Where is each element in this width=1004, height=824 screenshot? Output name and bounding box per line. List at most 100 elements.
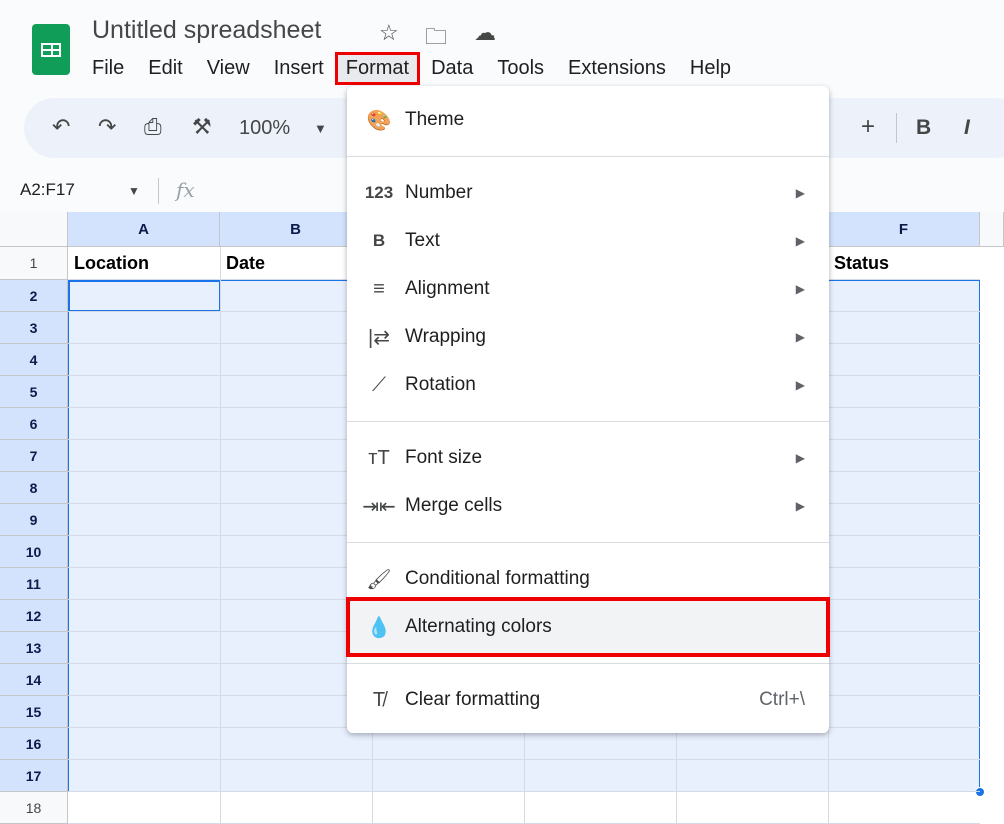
menu-item-label: Alternating colors [405, 616, 552, 637]
menu-data[interactable]: Data [431, 55, 473, 82]
paint-roller-icon: 🖌 [366, 568, 392, 591]
zoom-select[interactable]: 100% [239, 117, 290, 140]
cloud-saved-icon[interactable]: ☁ [474, 20, 496, 46]
menu-item-alternating-colors[interactable]: 💧 Alternating colors [346, 597, 830, 657]
row-header-4[interactable]: 4 [0, 344, 68, 376]
menu-item-wrapping[interactable]: |⇄ Wrapping ▶ [347, 313, 829, 361]
row-header-12[interactable]: 12 [0, 600, 68, 632]
menu-separator [347, 663, 829, 664]
row-header-3[interactable]: 3 [0, 312, 68, 344]
menu-item-label: Wrapping [405, 326, 486, 347]
menu-file[interactable]: File [92, 55, 124, 82]
row-header-8[interactable]: 8 [0, 472, 68, 504]
sheets-logo[interactable] [32, 24, 70, 75]
name-box-dropdown-icon[interactable]: ▼ [128, 184, 140, 198]
undo-icon[interactable]: ↶ [52, 114, 70, 140]
menu-item-rotation[interactable]: ⟋ Rotation ▶ [347, 361, 829, 409]
row-header-5[interactable]: 5 [0, 376, 68, 408]
menu-view[interactable]: View [207, 55, 250, 82]
submenu-arrow-icon: ▶ [795, 378, 805, 392]
document-title[interactable]: Untitled spreadsheet [92, 16, 321, 45]
menu-edit[interactable]: Edit [148, 55, 182, 82]
cell-f1[interactable]: Status [828, 247, 889, 280]
format-menu: 🎨 Theme 123 Number ▶ B Text ▶ ≡ Alignment ▶ |⇄ Wrapp… [346, 86, 830, 733]
shortcut-label: Ctrl+\ [759, 689, 805, 710]
increase-font-button[interactable]: + [861, 113, 875, 141]
submenu-arrow-icon: ▶ [795, 499, 805, 513]
clear-format-icon: T̸ [372, 688, 386, 711]
merge-icon: ⇥⇤ [362, 495, 396, 518]
star-icon[interactable]: ☆ [379, 20, 399, 46]
name-box[interactable]: A2:F17 [20, 180, 75, 200]
row-header-10[interactable]: 10 [0, 536, 68, 568]
menu-item-label: Alignment [405, 278, 490, 299]
row-header-7[interactable]: 7 [0, 440, 68, 472]
menu-item-label: Theme [405, 109, 465, 130]
select-all-corner[interactable] [0, 212, 68, 247]
menu-item-label: Font size [405, 447, 483, 468]
menu-format[interactable]: Format [334, 52, 421, 85]
menu-separator [347, 156, 829, 157]
fill-handle[interactable] [975, 787, 985, 797]
column-header-f[interactable]: F [828, 212, 980, 247]
gridline [68, 791, 980, 792]
wrap-icon: |⇄ [368, 326, 390, 349]
column-header-g[interactable] [980, 212, 1004, 247]
menu-extensions[interactable]: Extensions [568, 55, 666, 82]
menu-separator [347, 542, 829, 543]
submenu-arrow-icon: ▶ [795, 186, 805, 200]
print-icon[interactable]: ⎙ [144, 114, 162, 140]
menu-item-text[interactable]: B Text ▶ [347, 217, 829, 265]
row-header-6[interactable]: 6 [0, 408, 68, 440]
menu-tools[interactable]: Tools [497, 55, 544, 82]
row-header-1[interactable]: 1 [0, 247, 68, 280]
submenu-arrow-icon: ▶ [795, 451, 805, 465]
menu-item-label: Number [405, 182, 473, 203]
menu-item-label: Rotation [405, 374, 476, 395]
row-header-2[interactable]: 2 [0, 280, 68, 312]
row-header-18[interactable]: 18 [0, 792, 68, 824]
cell-b1[interactable]: Date [220, 247, 265, 280]
cell-a1[interactable]: Location [68, 247, 149, 280]
italic-button[interactable]: I [964, 116, 970, 140]
row-header-17[interactable]: 17 [0, 760, 68, 792]
redo-icon[interactable]: ↷ [98, 114, 116, 140]
row-header-13[interactable]: 13 [0, 632, 68, 664]
number-icon: 123 [364, 183, 394, 202]
submenu-arrow-icon: ▶ [795, 282, 805, 296]
row-header-16[interactable]: 16 [0, 728, 68, 760]
column-header-a[interactable]: A [68, 212, 220, 247]
move-folder-icon[interactable]: 🗀 [425, 20, 447, 58]
menu-item-theme[interactable]: 🎨 Theme [347, 96, 829, 144]
fx-icon: fx [176, 178, 195, 202]
menu-item-font-size[interactable]: тT Font size ▶ [347, 434, 829, 482]
submenu-arrow-icon: ▶ [795, 234, 805, 248]
menu-item-clear-formatting[interactable]: T̸ Clear formatting Ctrl+\ [347, 676, 829, 724]
row-header-15[interactable]: 15 [0, 696, 68, 728]
rotation-icon: ⟋ [372, 373, 386, 396]
paint-format-icon[interactable]: ⚒ [192, 114, 212, 140]
menu-insert[interactable]: Insert [274, 55, 324, 82]
gridline [68, 759, 980, 760]
align-icon: ≡ [373, 277, 385, 300]
zoom-dropdown-icon[interactable]: ▼ [314, 121, 327, 136]
menu-item-label: Clear formatting [405, 689, 541, 710]
menu-item-label: Text [405, 230, 440, 251]
row-header-11[interactable]: 11 [0, 568, 68, 600]
menu-help[interactable]: Help [690, 55, 731, 82]
row-header-9[interactable]: 9 [0, 504, 68, 536]
menu-item-number[interactable]: 123 Number ▶ [347, 169, 829, 217]
droplet-icon: 💧 [366, 616, 392, 639]
menu-separator [347, 421, 829, 422]
menu-item-label: Conditional formatting [405, 568, 590, 589]
bold-icon: B [372, 231, 386, 250]
menu-item-conditional-formatting[interactable]: 🖌 Conditional formatting [347, 555, 829, 603]
menu-item-merge-cells[interactable]: ⇥⇤ Merge cells ▶ [347, 482, 829, 530]
menu-item-label: Merge cells [405, 495, 503, 516]
active-cell-a2[interactable] [68, 280, 221, 312]
row-header-14[interactable]: 14 [0, 664, 68, 696]
menu-item-alignment[interactable]: ≡ Alignment ▶ [347, 265, 829, 313]
toolbar-divider [896, 113, 897, 143]
font-size-icon: тT [368, 446, 390, 469]
bold-button[interactable]: B [916, 116, 931, 140]
